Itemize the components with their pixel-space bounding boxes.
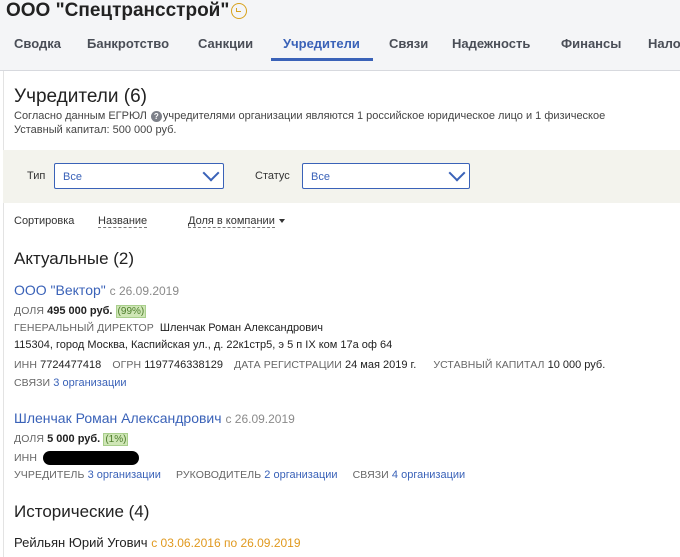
founder-entry-vector: ООО "Вектор" с 26.09.2019 [14, 282, 179, 298]
chevron-down-icon [202, 164, 220, 182]
founders-info: Согласно данным ЕГРЮЛ ? учредителями орга… [14, 110, 605, 122]
share-label: ДОЛЯ [14, 305, 45, 317]
share-percent-badge: (1%) [103, 433, 129, 446]
company-name: ООО "Спецтрансстрой" [6, 0, 230, 21]
charter-capital-value: 10 000 руб. [547, 359, 606, 371]
tab-connections[interactable]: Связи [389, 36, 428, 51]
share-percent-badge: (99%) [115, 305, 147, 318]
links-label: СВЯЗИ [14, 377, 51, 389]
status-filter-value: Все [311, 171, 330, 183]
sort-by-share-wrap[interactable]: Доля в компании [188, 215, 285, 228]
inn-label: ИНН [14, 359, 38, 371]
tab-summary[interactable]: Сводка [14, 36, 61, 51]
type-filter-value: Все [63, 171, 82, 183]
ogrn-value: 1197746338129 [144, 359, 223, 371]
registry-row: ИНН 7724477418 ОГРН 1197746338129 ДАТА Р… [14, 359, 605, 371]
status-filter-label: Статус [255, 170, 290, 182]
tab-reliability[interactable]: Надежность [452, 36, 530, 51]
info-icon[interactable]: ? [150, 110, 162, 122]
redaction-mark [43, 451, 140, 465]
founder-since: с 26.09.2019 [109, 284, 180, 298]
chevron-down-icon [448, 164, 466, 182]
historical-period: с 03.06.2016 по 26.09.2019 [151, 536, 301, 550]
tab-bankruptcy[interactable]: Банкротство [87, 36, 169, 51]
founder-name-link[interactable]: ООО "Вектор" [14, 282, 106, 298]
share-label: ДОЛЯ [14, 433, 45, 445]
sort-caret-icon [278, 219, 285, 224]
director-row: ГЕНЕРАЛЬНЫЙ ДИРЕКТОР Шленчак Роман Алекс… [14, 322, 323, 334]
founder-entry-person: Шленчак Роман Александрович с 26.09.2019 [14, 410, 295, 426]
head-orgs-link[interactable]: 2 организации [264, 469, 337, 481]
tab-sanctions[interactable]: Санкции [198, 36, 253, 51]
founders-info-prefix: Согласно данным ЕГРЮЛ [14, 110, 147, 122]
status-icon[interactable] [231, 3, 247, 19]
inn-row: ИНН [14, 451, 140, 465]
historical-entry: Рейльян Юрий Угович с 03.06.2016 по 26.0… [14, 535, 301, 550]
founder-since: с 26.09.2019 [225, 412, 295, 426]
authorized-capital: Уставный капитал: 500 000 руб. [14, 124, 177, 136]
tab-finance[interactable]: Финансы [561, 36, 621, 51]
inn-label: ИНН [14, 451, 38, 464]
type-filter-select[interactable]: Все [54, 163, 224, 189]
links-row: СВЯЗИ 3 организации [14, 377, 127, 389]
director-name: Шленчак Роман Александрович [159, 322, 323, 334]
founder-orgs-link[interactable]: 3 организации [88, 469, 161, 481]
sort-by-name[interactable]: Название [98, 215, 148, 228]
founders-info-text: учредителями организации являются 1 росс… [162, 110, 606, 122]
active-tab-indicator [271, 58, 373, 61]
sort-by-share[interactable]: Доля в компании [188, 215, 275, 228]
person-links-row: УЧРЕДИТЕЛЬ 3 организации РУКОВОДИТЕЛЬ 2 … [14, 469, 465, 481]
inn-value: 7724477418 [40, 359, 102, 371]
links-value[interactable]: 3 организации [53, 377, 126, 389]
founder-label: УЧРЕДИТЕЛЬ [14, 469, 85, 481]
type-filter-label: Тип [27, 170, 46, 182]
status-filter-select[interactable]: Все [302, 163, 470, 189]
founder-share-row: ДОЛЯ 495 000 руб. (99%) [14, 305, 147, 318]
historical-section-title: Исторические (4) [14, 502, 150, 521]
links-label: СВЯЗИ [352, 469, 389, 481]
share-value: 495 000 руб. [47, 305, 113, 317]
charter-capital-label: УСТАВНЫЙ КАПИТАЛ [433, 359, 545, 371]
founder-share-row: ДОЛЯ 5 000 руб. (1%) [14, 433, 129, 446]
registration-date-value: 24 мая 2019 г. [345, 359, 417, 371]
address: 115304, город Москва, Каспийская ул., д.… [14, 339, 393, 351]
ogrn-label: ОГРН [112, 359, 142, 371]
head-label: РУКОВОДИТЕЛЬ [175, 469, 262, 481]
share-value: 5 000 руб. [47, 433, 101, 445]
founders-title: Учредители (6) [14, 86, 148, 107]
founder-name-link[interactable]: Шленчак Роман Александрович [14, 410, 222, 426]
links-orgs-link[interactable]: 4 организации [392, 469, 465, 481]
sort-label: Сортировка [14, 215, 75, 227]
director-label: ГЕНЕРАЛЬНЫЙ ДИРЕКТОР [14, 322, 154, 334]
registration-date-label: ДАТА РЕГИСТРАЦИИ [234, 359, 342, 371]
tab-founders[interactable]: Учредители [283, 36, 360, 51]
historical-founder-name[interactable]: Рейльян Юрий Угович [14, 535, 148, 550]
tab-taxes[interactable]: Нало [648, 36, 680, 51]
current-section-title: Актуальные (2) [14, 249, 135, 268]
